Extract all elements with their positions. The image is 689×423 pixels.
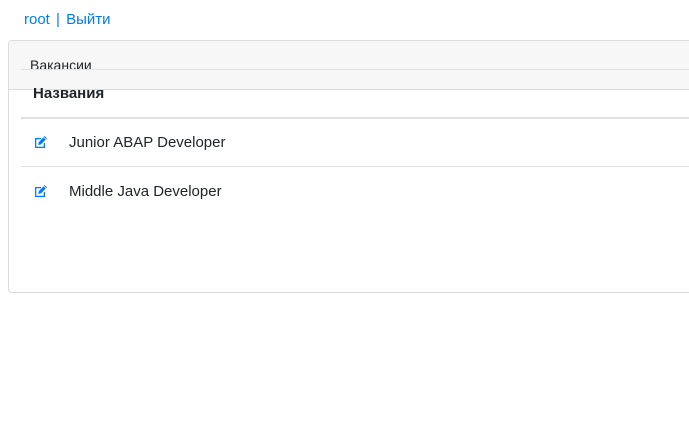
separator: | [56,11,60,28]
logout-link[interactable]: Выйти [66,11,110,28]
vacancy-name[interactable]: Middle Java Developer [69,183,222,200]
vacancies-table-wrap: Названия Junior ABAP Developer Middle Ja… [21,69,689,216]
edit-icon[interactable] [33,135,49,149]
column-header-names: Названия [21,69,689,119]
table-cell: Junior ABAP Developer [21,117,689,167]
table-row: Junior ABAP Developer [21,117,689,167]
table-row: Middle Java Developer [21,167,689,216]
table-header-row: Названия [21,69,689,119]
table-cell: Middle Java Developer [21,167,689,216]
vacancy-name[interactable]: Junior ABAP Developer [69,134,225,151]
user-bar: root | Выйти [24,10,111,30]
edit-icon[interactable] [33,184,49,198]
vacancies-table: Названия Junior ABAP Developer Middle Ja… [21,69,689,216]
user-link[interactable]: root [24,11,50,28]
